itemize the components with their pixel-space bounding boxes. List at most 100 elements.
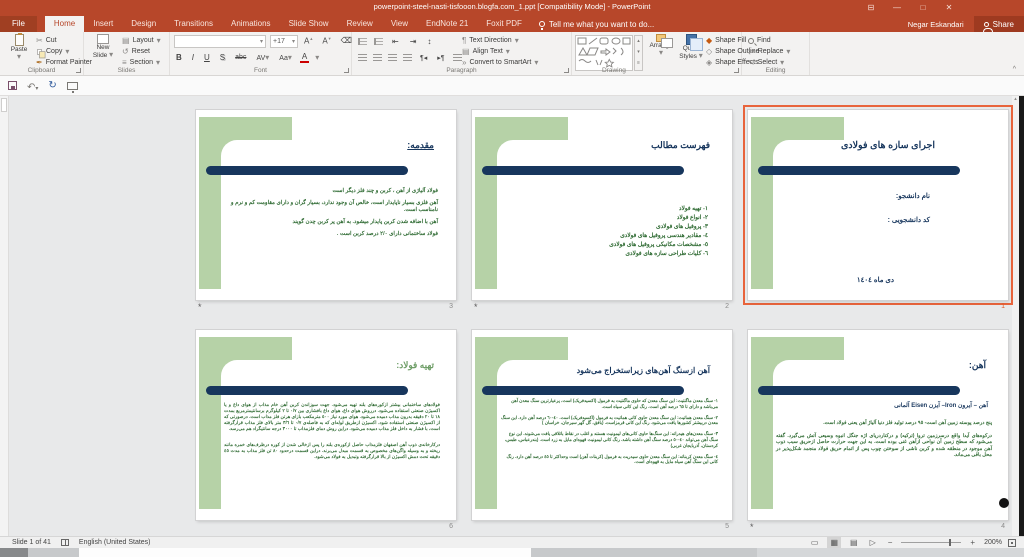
font-color-button[interactable]: A xyxy=(299,52,310,63)
font-color-dropdown[interactable]: ▾ xyxy=(315,53,319,62)
shrink-font-button[interactable]: A▼ xyxy=(320,36,333,46)
increase-indent-button[interactable]: ⇥ xyxy=(408,37,419,46)
share-button[interactable]: Share xyxy=(973,16,1024,32)
slide-number: 5 xyxy=(725,523,729,530)
slide-thumbnail-4[interactable]: آهن: آهن – آیرون Iron– آیزن Eisen آلمانی… xyxy=(748,330,1009,520)
strikethrough-button[interactable]: abc xyxy=(233,54,248,61)
tab-foxit-pdf[interactable]: Foxit PDF xyxy=(477,16,531,32)
left-scrollbar-thumb[interactable] xyxy=(1,98,7,112)
font-size-combo[interactable]: +17 ▾ xyxy=(270,35,298,48)
tab-review[interactable]: Review xyxy=(338,16,382,32)
align-right-button[interactable] xyxy=(388,54,397,61)
clipboard-dialog-launcher[interactable] xyxy=(76,68,81,73)
shape-fill-button[interactable]: ◆ Shape Fill xyxy=(706,35,746,46)
tab-insert[interactable]: Insert xyxy=(84,16,122,32)
slide-thumbnail-6[interactable]: تهیه فولاد: فولادهای ساختمانی بیشتر ازکو… xyxy=(196,330,456,520)
text-direction-button[interactable]: ¶ Text Direction ▾ xyxy=(462,35,519,46)
arrange-button[interactable]: Arrange ▾ xyxy=(646,34,676,66)
paragraph-group-label: Paragraph xyxy=(446,67,477,74)
tell-me-box[interactable]: Tell me what you want to do... xyxy=(531,16,662,32)
bullets-button[interactable] xyxy=(358,38,367,45)
minimize-button[interactable]: — xyxy=(884,0,910,16)
taskbar-active-app-button[interactable] xyxy=(79,548,531,557)
new-slide-button[interactable]: New Slide ▾ xyxy=(88,34,118,66)
taskbar-start-area[interactable] xyxy=(0,548,28,557)
italic-button[interactable]: I xyxy=(190,53,196,62)
tab-transitions[interactable]: Transitions xyxy=(165,16,222,32)
columns-button[interactable] xyxy=(452,54,462,61)
text-shadow-button[interactable]: S xyxy=(218,53,227,62)
slide-thumbnail-1[interactable]: اجرای سازه های فولادی نام دانشجو: کد دان… xyxy=(748,110,1008,300)
slide-counter[interactable]: Slide 1 of 41 xyxy=(12,539,51,546)
cut-button[interactable]: ✂ Cut xyxy=(36,35,57,46)
slide-thumbnail-5[interactable]: آهن ازسنگ آهن‌های زیراستخراج می‌شود ١- س… xyxy=(472,330,732,520)
ribbon-display-options-icon[interactable]: ⊟ xyxy=(858,0,884,16)
quick-styles-button[interactable]: Quick Styles ▾ xyxy=(676,34,706,66)
shapes-gallery[interactable] xyxy=(575,35,633,71)
find-button[interactable]: Find xyxy=(748,35,771,46)
tab-animations[interactable]: Animations xyxy=(222,16,280,32)
tab-home[interactable]: Home xyxy=(44,16,85,32)
tab-design[interactable]: Design xyxy=(122,16,165,32)
close-button[interactable]: ✕ xyxy=(936,0,962,16)
animation-indicator: * xyxy=(474,302,478,312)
slide-thumbnail-3[interactable]: مقدمه: فولاد آلیاژی از آهن ، کربن و چند … xyxy=(196,110,456,300)
tab-view[interactable]: View xyxy=(382,16,417,32)
tab-slide-show[interactable]: Slide Show xyxy=(280,16,338,32)
fit-slide-to-window-button[interactable] xyxy=(1008,538,1016,547)
person-icon xyxy=(982,21,993,32)
save-button[interactable] xyxy=(8,81,17,90)
copy-button[interactable]: Copy ▾ xyxy=(36,46,69,58)
paragraph-dialog-launcher[interactable] xyxy=(564,68,569,73)
ltr-direction-button[interactable]: ¶◂ xyxy=(418,54,429,62)
slide-body: ١- تهیه فولاد ٢- انواع فولاد ٣- پروفیل ه… xyxy=(609,206,708,257)
justify-button[interactable] xyxy=(403,54,412,61)
shape-effects-icon: ◈ xyxy=(706,58,713,67)
layout-button[interactable]: ▤ Layout ▾ xyxy=(122,35,161,46)
right-scrollbar[interactable]: ▴ xyxy=(1012,96,1019,536)
shapes-gallery-scrollbar[interactable]: ▴ ▾ ≡ xyxy=(634,35,643,71)
change-case-button[interactable]: Aa▾ xyxy=(277,53,294,62)
zoom-out-button[interactable]: − xyxy=(885,537,896,548)
redo-button[interactable]: ↻ xyxy=(48,80,56,91)
maximize-button[interactable]: □ xyxy=(910,0,936,16)
line-spacing-button[interactable]: ↕ xyxy=(425,37,433,46)
character-spacing-button[interactable]: AV▾ xyxy=(254,53,271,62)
underline-button[interactable]: U xyxy=(202,53,212,62)
paste-button[interactable]: Paste ▾ xyxy=(4,33,34,66)
normal-view-button[interactable]: ▭ xyxy=(808,537,822,548)
zoom-slider[interactable] xyxy=(901,539,962,546)
start-from-beginning-button[interactable] xyxy=(66,81,78,93)
proofing-status-icon[interactable] xyxy=(60,539,69,546)
bold-button[interactable]: B xyxy=(174,53,184,62)
align-center-button[interactable] xyxy=(373,54,382,61)
zoom-slider-thumb[interactable] xyxy=(949,539,952,546)
left-scrollbar[interactable] xyxy=(0,96,9,536)
grow-font-button[interactable]: A▲ xyxy=(302,36,315,46)
tab-endnote[interactable]: EndNote 21 xyxy=(417,16,477,32)
undo-button[interactable]: ↶▾ xyxy=(27,77,38,95)
slide-sorter-view-button[interactable]: ▦ xyxy=(827,537,842,548)
drawing-dialog-launcher[interactable] xyxy=(734,68,739,73)
reset-button[interactable]: ↺ Reset xyxy=(122,46,150,57)
zoom-in-button[interactable]: + xyxy=(967,537,978,548)
align-left-button[interactable] xyxy=(358,54,367,61)
rtl-direction-button[interactable]: ▸¶ xyxy=(435,54,446,62)
signed-in-user[interactable]: Negar Eskandari xyxy=(908,20,964,29)
collapse-ribbon-button[interactable]: ^ xyxy=(1013,66,1016,73)
slide-show-button[interactable]: ▷ xyxy=(867,537,879,548)
lightbulb-icon xyxy=(538,21,545,30)
decrease-indent-button[interactable]: ⇤ xyxy=(390,37,401,46)
language-status[interactable]: English (United States) xyxy=(79,539,151,546)
navy-divider-bar xyxy=(758,386,960,395)
slide-thumbnail-2[interactable]: فهرست مطالب ١- تهیه فولاد ٢- انواع فولاد… xyxy=(472,110,732,300)
align-text-button[interactable]: ▤ Align Text ▾ xyxy=(462,46,510,57)
replace-button[interactable]: ⇄ Replace ▾ xyxy=(748,46,790,57)
font-name-combo[interactable]: ▾ xyxy=(174,35,266,48)
font-dialog-launcher[interactable] xyxy=(344,68,349,73)
reading-view-button[interactable]: ▤ xyxy=(847,537,861,548)
tab-file[interactable]: File xyxy=(0,16,37,32)
animation-indicator: * xyxy=(198,302,202,312)
numbering-button[interactable] xyxy=(374,38,383,45)
zoom-level[interactable]: 200% xyxy=(984,539,1002,546)
